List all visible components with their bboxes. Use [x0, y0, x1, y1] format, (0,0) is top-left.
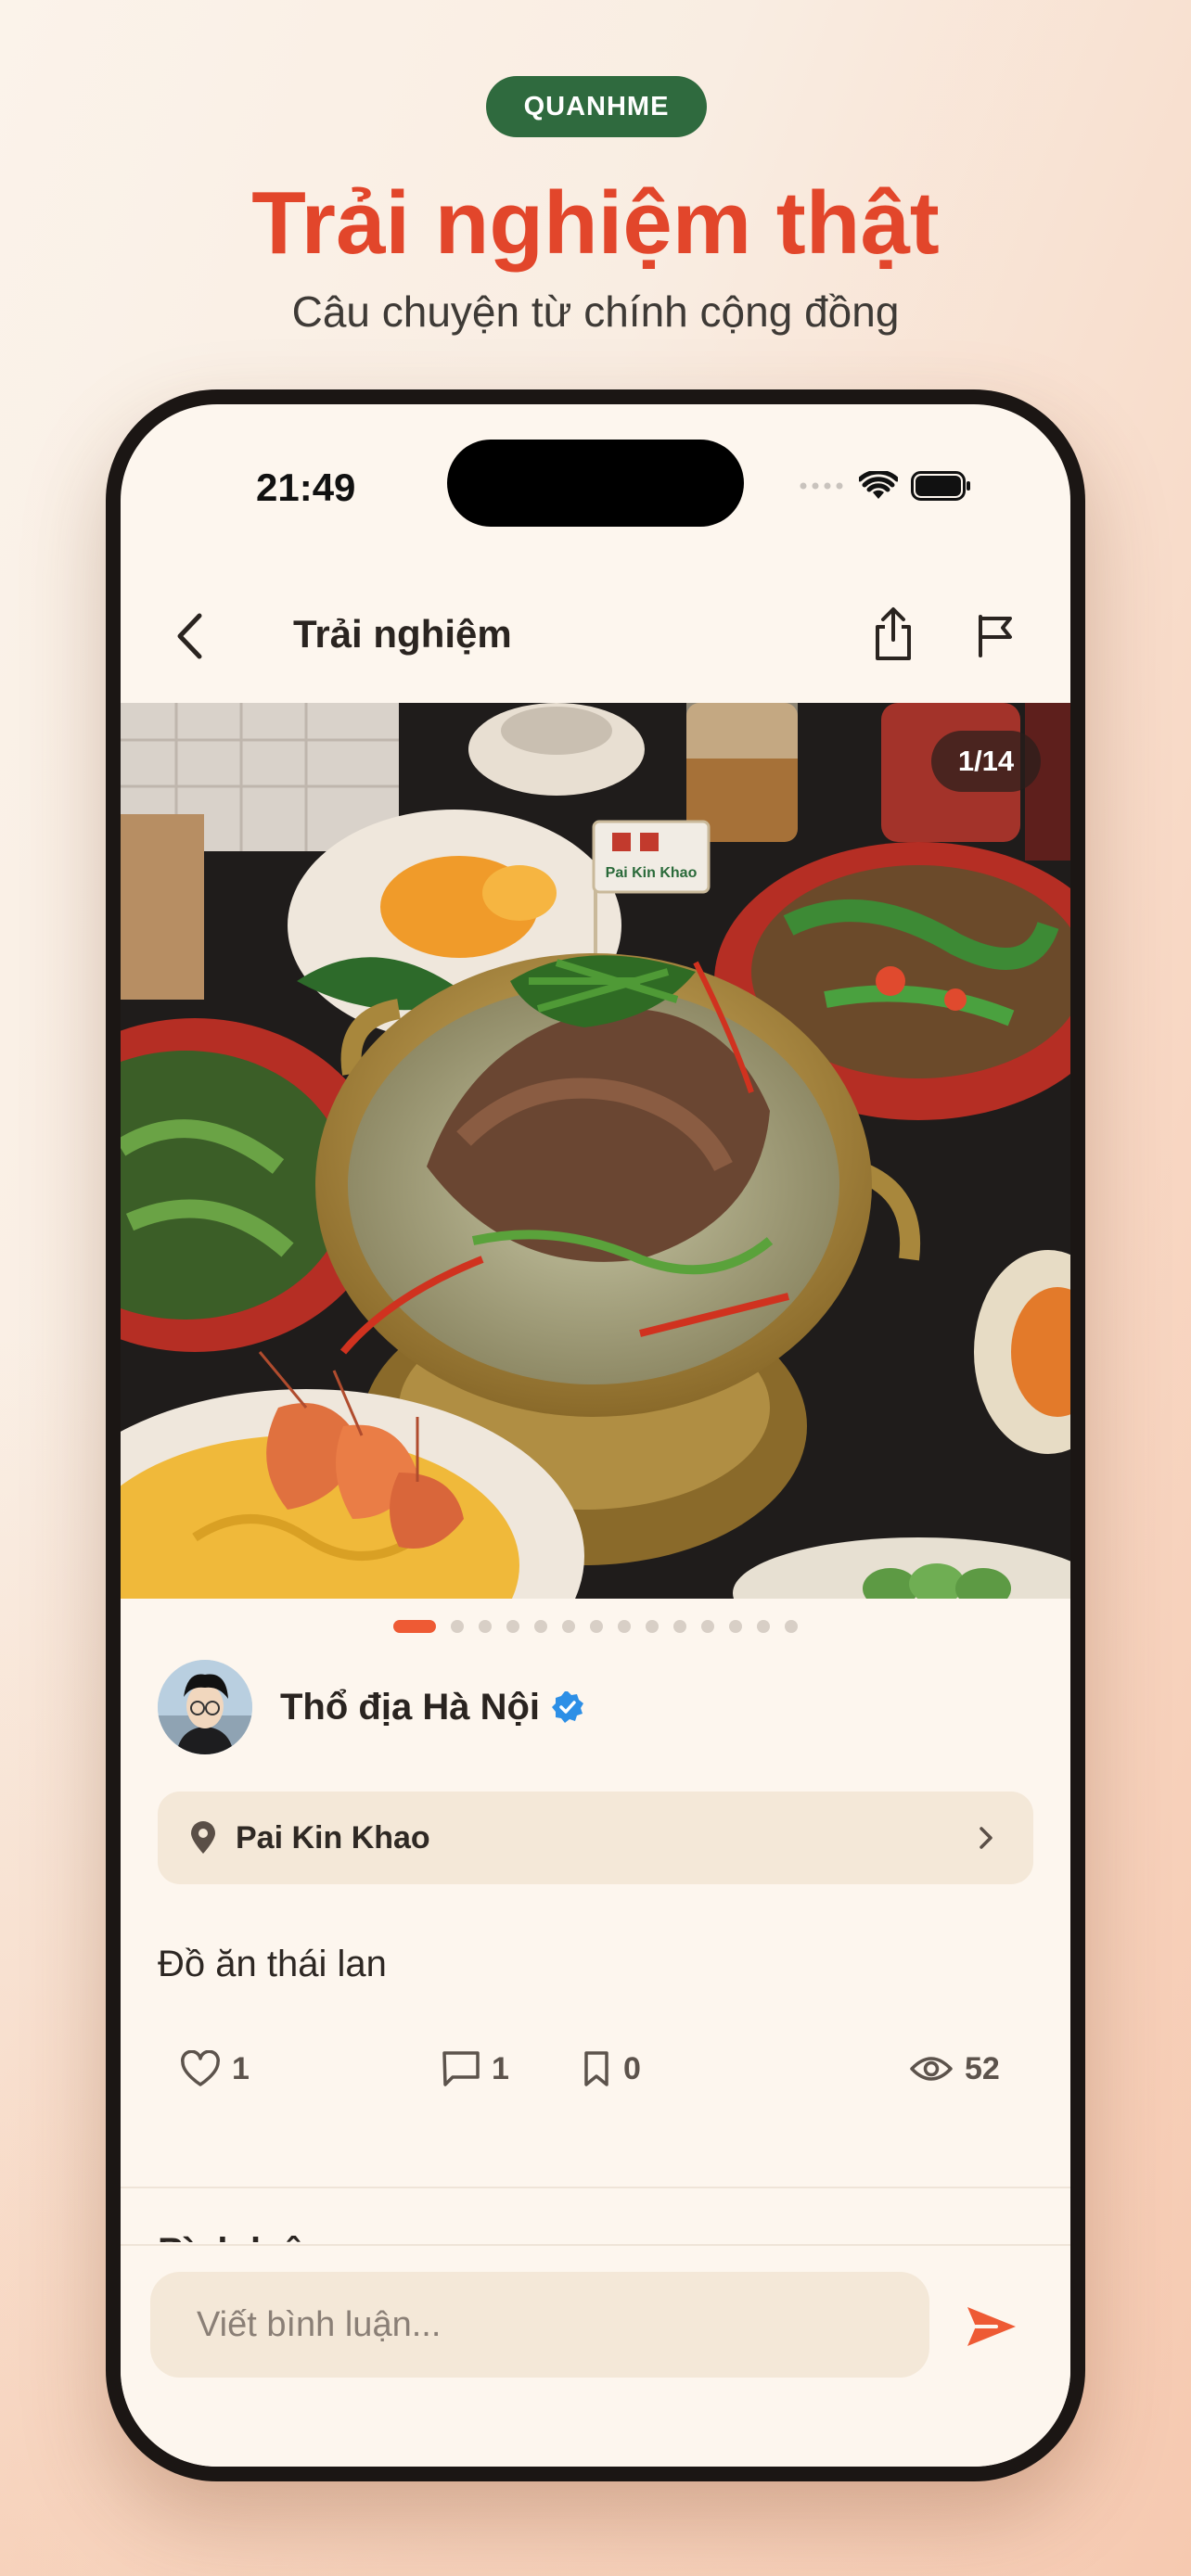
signal-dots-icon [800, 482, 843, 490]
pagination-dot[interactable] [534, 1620, 547, 1633]
avatar-image [158, 1660, 252, 1754]
status-time: 21:49 [256, 465, 356, 509]
page-title: Trải nghiệm [293, 612, 512, 656]
share-icon [876, 607, 911, 660]
pagination-dot[interactable] [757, 1620, 770, 1633]
pagination-dot[interactable] [479, 1620, 492, 1633]
photo-counter: 1/14 [931, 731, 1041, 792]
gallery-pagination[interactable] [121, 1615, 1070, 1638]
pagination-dot[interactable] [701, 1620, 714, 1633]
engagement-row: 1 1 0 52 [158, 2036, 1033, 2101]
avatar[interactable] [158, 1660, 252, 1754]
flag-icon [979, 615, 1012, 657]
heart-icon [181, 2050, 220, 2086]
place-name: Pai Kin Khao [236, 1819, 430, 1855]
status-icons [800, 465, 972, 506]
svg-text:Pai Kin Khao: Pai Kin Khao [606, 865, 698, 881]
post-text: Đồ ăn thái lan [158, 1944, 387, 1984]
back-button[interactable] [161, 608, 217, 664]
send-icon [967, 2307, 1016, 2346]
pagination-dot[interactable] [506, 1620, 519, 1633]
share-button[interactable] [863, 601, 924, 668]
pagination-dot[interactable] [393, 1620, 436, 1633]
like-button[interactable]: 1 [180, 2036, 250, 2101]
phone-frame: 21:49 Trải nghiệm Pai Kin Khao 1/14 Thổ … [106, 389, 1085, 2481]
pagination-dot[interactable] [785, 1620, 798, 1633]
comment-composer [121, 2244, 1070, 2467]
comment-input[interactable] [150, 2272, 929, 2378]
bookmark-icon [584, 2051, 608, 2086]
comments-heading: Bình luận [158, 2224, 327, 2242]
pagination-dot[interactable] [729, 1620, 742, 1633]
view-count: 52 [965, 2050, 1000, 2086]
views-indicator: 52 [909, 2036, 1000, 2101]
eye-icon [910, 2057, 953, 2081]
top-navigation-bar: Trải nghiệm [121, 580, 1070, 692]
pagination-dot[interactable] [562, 1620, 575, 1633]
wifi-icon [859, 471, 898, 499]
save-button[interactable]: 0 [581, 2036, 641, 2101]
pagination-dot[interactable] [673, 1620, 686, 1633]
pagination-dot[interactable] [590, 1620, 603, 1633]
food-photo: Pai Kin Khao [121, 703, 1070, 1599]
section-divider [121, 2187, 1070, 2188]
brand-badge: QUANHME [486, 76, 707, 137]
save-count: 0 [623, 2050, 641, 2086]
battery-icon [911, 471, 970, 501]
photo-gallery[interactable]: Pai Kin Khao 1/14 [121, 703, 1070, 1599]
chevron-left-icon [177, 613, 202, 659]
report-button[interactable] [965, 605, 1026, 666]
pagination-dot[interactable] [451, 1620, 464, 1633]
pagination-dot[interactable] [618, 1620, 631, 1633]
comment-count: 1 [492, 2050, 509, 2086]
comment-icon [442, 2051, 480, 2086]
location-pin-icon [191, 1821, 215, 1854]
verified-badge-icon [552, 1691, 583, 1723]
like-count: 1 [232, 2050, 250, 2086]
author-row[interactable]: Thổ địa Hà Nội [158, 1656, 584, 1758]
place-link[interactable]: Pai Kin Khao [158, 1792, 1033, 1884]
promo-headline: Trải nghiệm thật [251, 173, 940, 273]
chevron-right-icon [980, 1827, 992, 1849]
author-name[interactable]: Thổ địa Hà Nội [280, 1687, 540, 1728]
dynamic-island [447, 440, 744, 527]
promo-subheadline: Câu chuyện từ chính cộng đồng [291, 287, 900, 336]
comment-button[interactable]: 1 [442, 2036, 509, 2101]
send-button[interactable] [961, 2296, 1022, 2357]
app-screen: 21:49 Trải nghiệm Pai Kin Khao 1/14 Thổ … [121, 404, 1070, 2467]
pagination-dot[interactable] [646, 1620, 659, 1633]
